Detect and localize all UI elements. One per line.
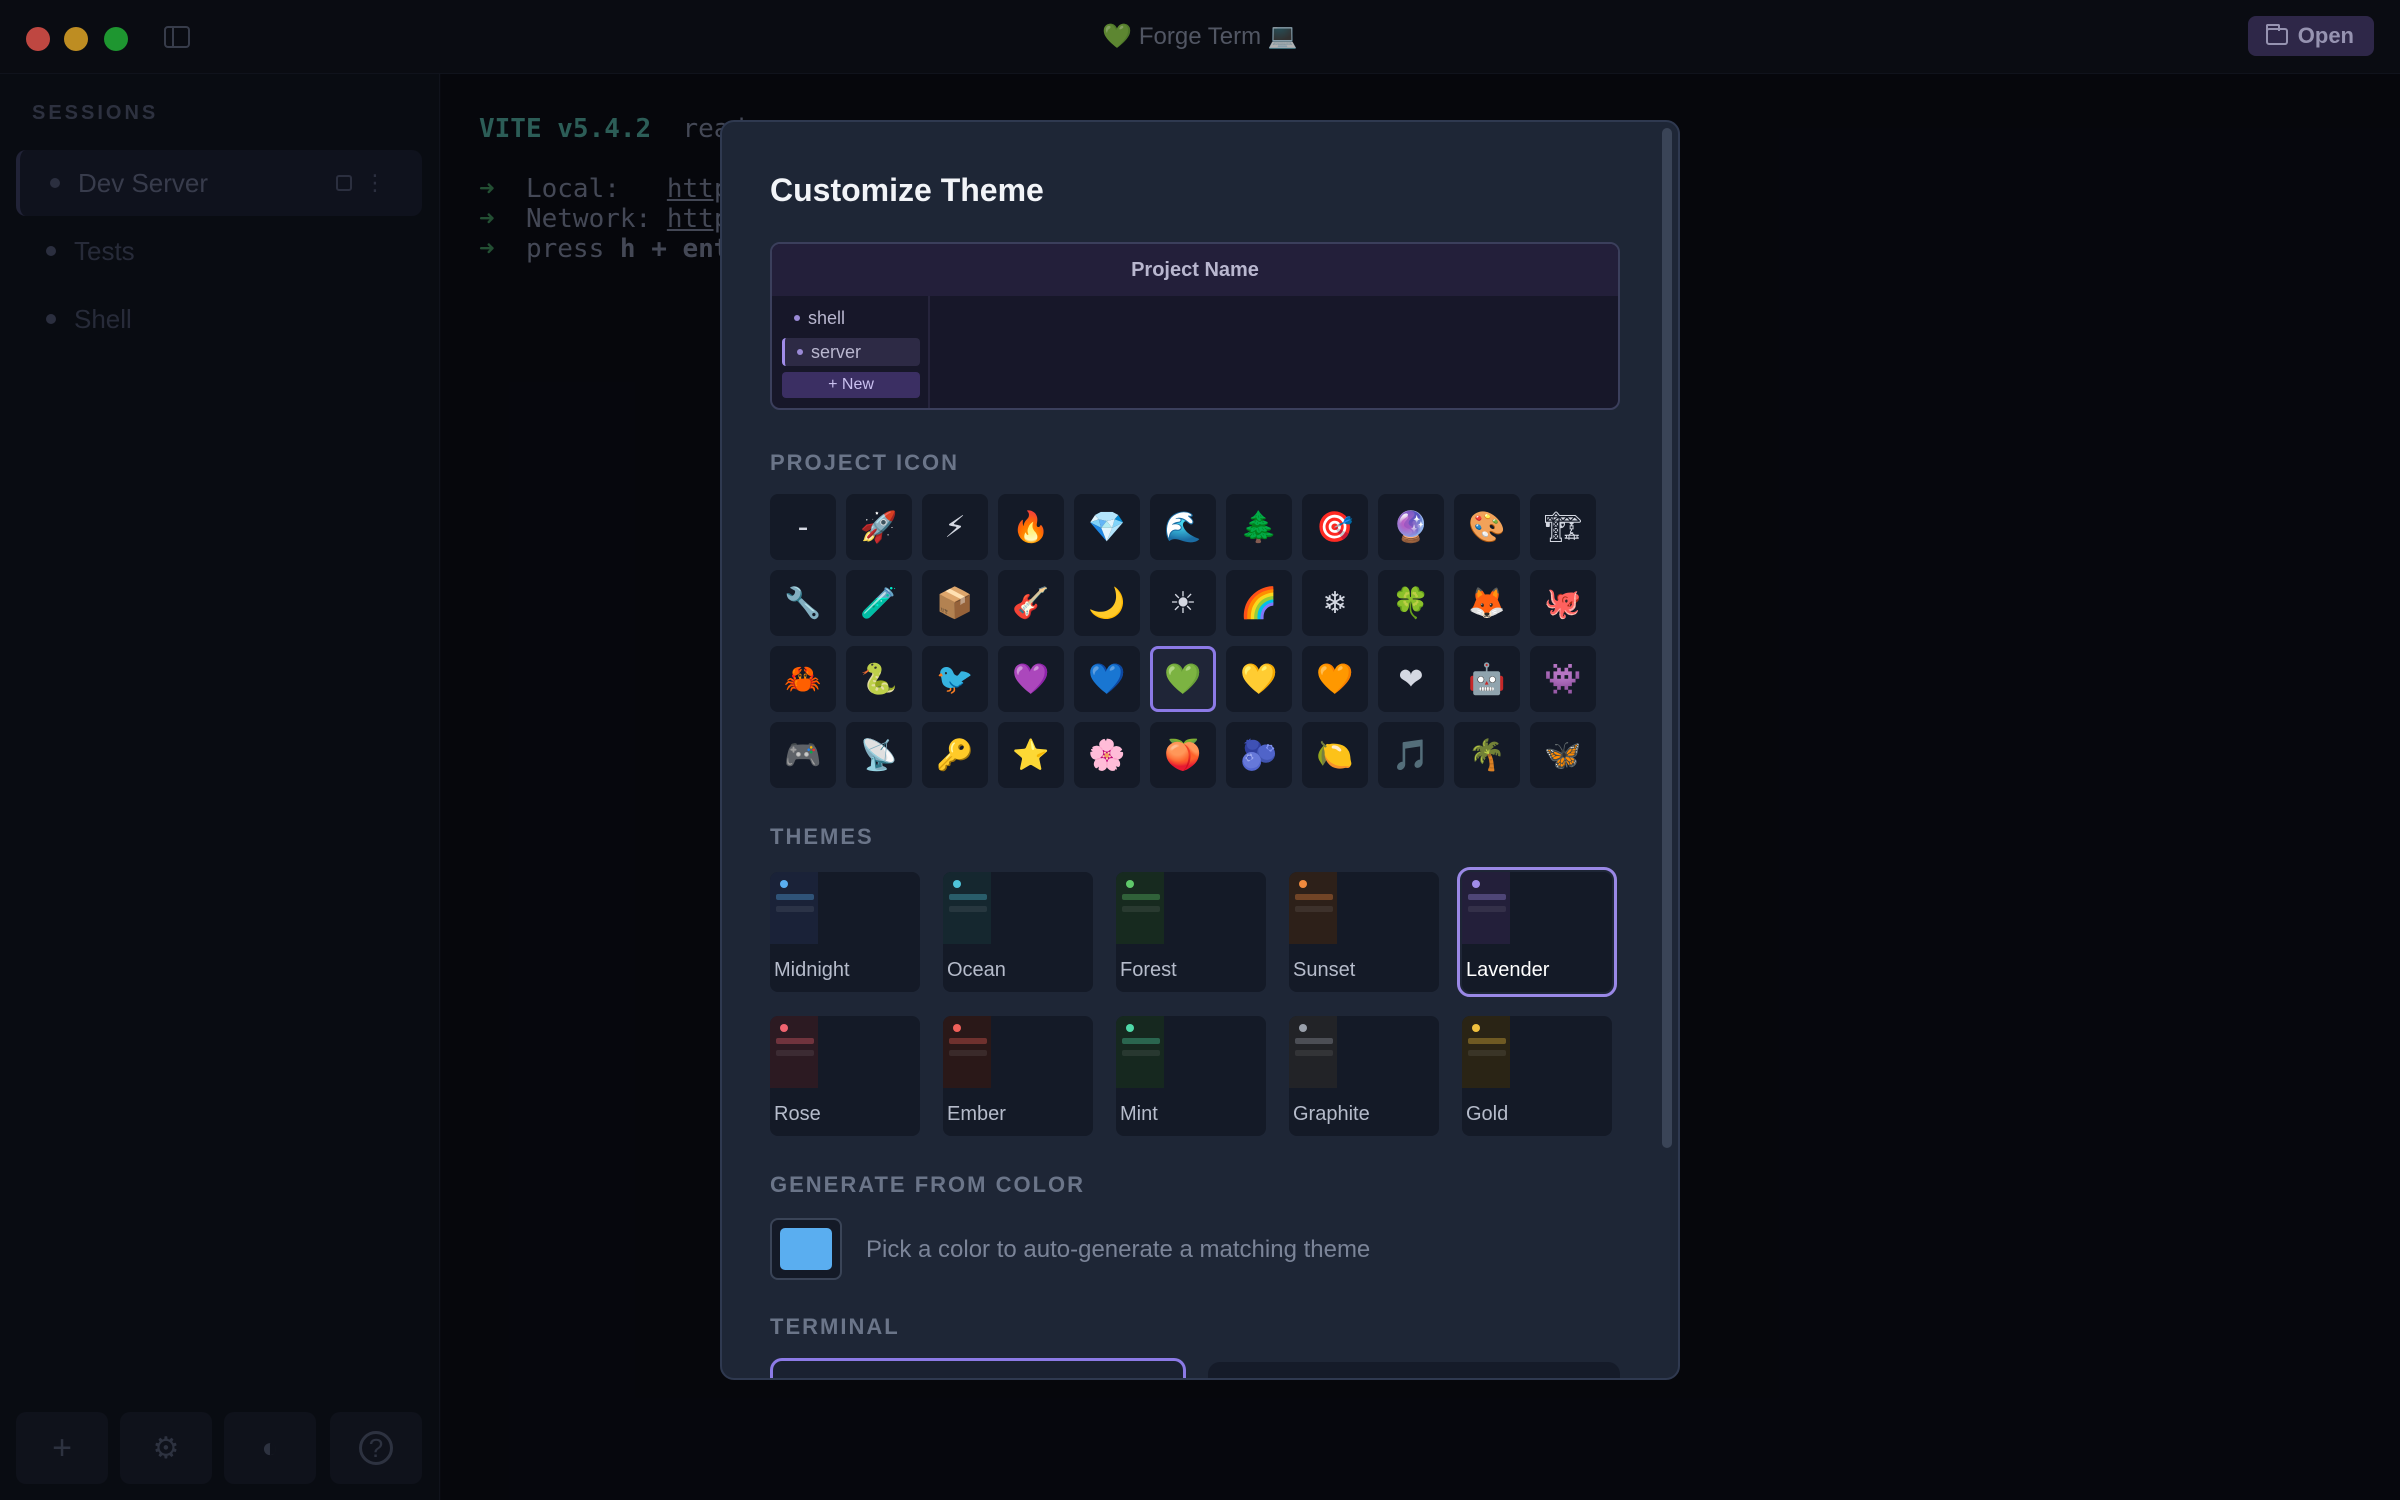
project-icon-option[interactable]: 🌈 [1226,570,1292,636]
theme-preview: Project Name shell server + New [770,242,1620,410]
theme-preview-strip [1289,1016,1337,1088]
color-picker-button[interactable] [770,1218,842,1280]
theme-card-ember[interactable]: Ember [943,1016,1093,1136]
generate-hint: Pick a color to auto-generate a matching… [866,1236,1371,1263]
theme-preview-strip [1289,872,1337,944]
project-icon-option[interactable]: 🌙 [1074,570,1140,636]
preview-item-selected: server [782,338,920,366]
project-icon-option[interactable]: 🧪 [846,570,912,636]
project-icon-grid: - 🚀 ⚡ 🔥 💎 🌊 🌲 🎯 🔮 🎨 🏗 🔧 🧪 📦 🎸 🌙 ☀ 🌈 ❄ 🍀 🦊 🐙 🦀 🐍 🐦 💜 💙 💚 💛 🧡 ❤ 🤖 👾 🎮 📡 🔑 ⭐ 🌸 🍑 🫐… [770,494,1610,788]
project-icon-option[interactable]: 🦀 [770,646,836,712]
theme-card-rose[interactable]: Rose [770,1016,920,1136]
project-icon-option[interactable]: 🎵 [1378,722,1444,788]
color-swatch [780,1228,832,1270]
theme-name: Lavender [1466,959,1550,981]
themes-label: THEMES [770,824,874,849]
modal-title: Customize Theme [770,172,1044,208]
project-icon-option[interactable]: 🌊 [1150,494,1216,560]
project-icon-option[interactable]: 👾 [1530,646,1596,712]
generate-from-color-label: GENERATE FROM COLOR [770,1172,1086,1197]
project-icon-option[interactable]: 💎 [1074,494,1140,560]
theme-card-gold[interactable]: Gold [1462,1016,1612,1136]
theme-card-mint[interactable]: Mint [1116,1016,1266,1136]
theme-name: Forest [1120,959,1177,981]
theme-name: Sunset [1293,959,1356,981]
project-icon-option[interactable]: 🫐 [1226,722,1292,788]
project-icon-option[interactable]: 📡 [846,722,912,788]
theme-preview-strip [1462,872,1510,944]
theme-card-sunset[interactable]: Sunset [1289,872,1439,992]
project-icon-option[interactable]: 🤖 [1454,646,1520,712]
theme-name: Ocean [947,959,1006,981]
project-icon-option[interactable]: 🔧 [770,570,836,636]
preview-sidebar: shell server + New [772,296,930,408]
project-icon-option[interactable]: 🐙 [1530,570,1596,636]
theme-preview-strip [1116,1016,1164,1088]
project-icon-option[interactable]: 💛 [1226,646,1292,712]
project-icon-option[interactable]: 🚀 [846,494,912,560]
theme-card-forest[interactable]: Forest [1116,872,1266,992]
theme-name: Gold [1466,1103,1509,1125]
project-icon-option[interactable]: 🌸 [1074,722,1140,788]
project-icon-option[interactable]: ❤ [1378,646,1444,712]
project-icon-option[interactable]: - [770,494,836,560]
project-icon-option[interactable]: 💜 [998,646,1064,712]
terminal-option[interactable] [1208,1362,1620,1378]
project-icon-option[interactable]: 💙 [1074,646,1140,712]
project-icon-option[interactable]: 🎯 [1302,494,1368,560]
theme-card-lavender[interactable]: Lavender [1457,867,1617,997]
customize-theme-modal: Customize Theme Project Name shell serve… [720,120,1680,1380]
project-icon-option[interactable]: 🦊 [1454,570,1520,636]
theme-name: Ember [947,1103,1006,1125]
terminal-label: TERMINAL [770,1314,900,1339]
theme-name: Mint [1120,1103,1158,1125]
theme-preview-strip [1462,1016,1510,1088]
theme-preview-strip [943,1016,991,1088]
project-icon-option[interactable]: 🎨 [1454,494,1520,560]
project-icon-option[interactable]: 🍋 [1302,722,1368,788]
project-icon-option[interactable]: 🧡 [1302,646,1368,712]
project-icon-label: PROJECT ICON [770,450,960,475]
project-icon-option[interactable]: 🐦 [922,646,988,712]
theme-grid: Midnight Ocean Forest Sunset Lavender Rose Emb… [770,867,1617,1136]
project-icon-option[interactable]: ⭐ [998,722,1064,788]
project-icon-option[interactable]: ❄ [1302,570,1368,636]
project-icon-option[interactable]: ⚡ [922,494,988,560]
project-icon-option[interactable]: 🔮 [1378,494,1444,560]
theme-card-ocean[interactable]: Ocean [943,872,1093,992]
project-icon-option[interactable]: 📦 [922,570,988,636]
theme-preview-strip [943,872,991,944]
project-icon-option[interactable]: ☀ [1150,570,1216,636]
project-icon-option[interactable]: 🏗 [1530,494,1596,560]
theme-name: Graphite [1293,1103,1370,1125]
theme-preview-strip [770,872,818,944]
project-icon-option[interactable]: 🎸 [998,570,1064,636]
project-icon-option[interactable]: 🌲 [1226,494,1292,560]
project-icon-option[interactable]: 🐍 [846,646,912,712]
theme-preview-strip [770,1016,818,1088]
theme-card-midnight[interactable]: Midnight [770,872,920,992]
preview-new-button: + New [782,372,920,398]
project-icon-option[interactable]: 💚 [1150,646,1216,712]
project-icon-option[interactable]: 🍀 [1378,570,1444,636]
project-icon-option[interactable]: 🦋 [1530,722,1596,788]
theme-name: Rose [774,1103,821,1125]
theme-name: Midnight [774,959,850,981]
theme-card-graphite[interactable]: Graphite [1289,1016,1439,1136]
project-icon-option[interactable]: 🔥 [998,494,1064,560]
theme-preview-strip [1116,872,1164,944]
project-icon-option[interactable]: 🍑 [1150,722,1216,788]
project-icon-option[interactable]: 🎮 [770,722,836,788]
preview-project-name: Project Name [772,244,1618,296]
project-icon-option[interactable]: 🌴 [1454,722,1520,788]
terminal-option-selected[interactable] [770,1358,1186,1378]
modal-scrollbar[interactable] [1662,128,1672,1148]
project-icon-option[interactable]: 🔑 [922,722,988,788]
preview-item: shell [782,304,920,332]
